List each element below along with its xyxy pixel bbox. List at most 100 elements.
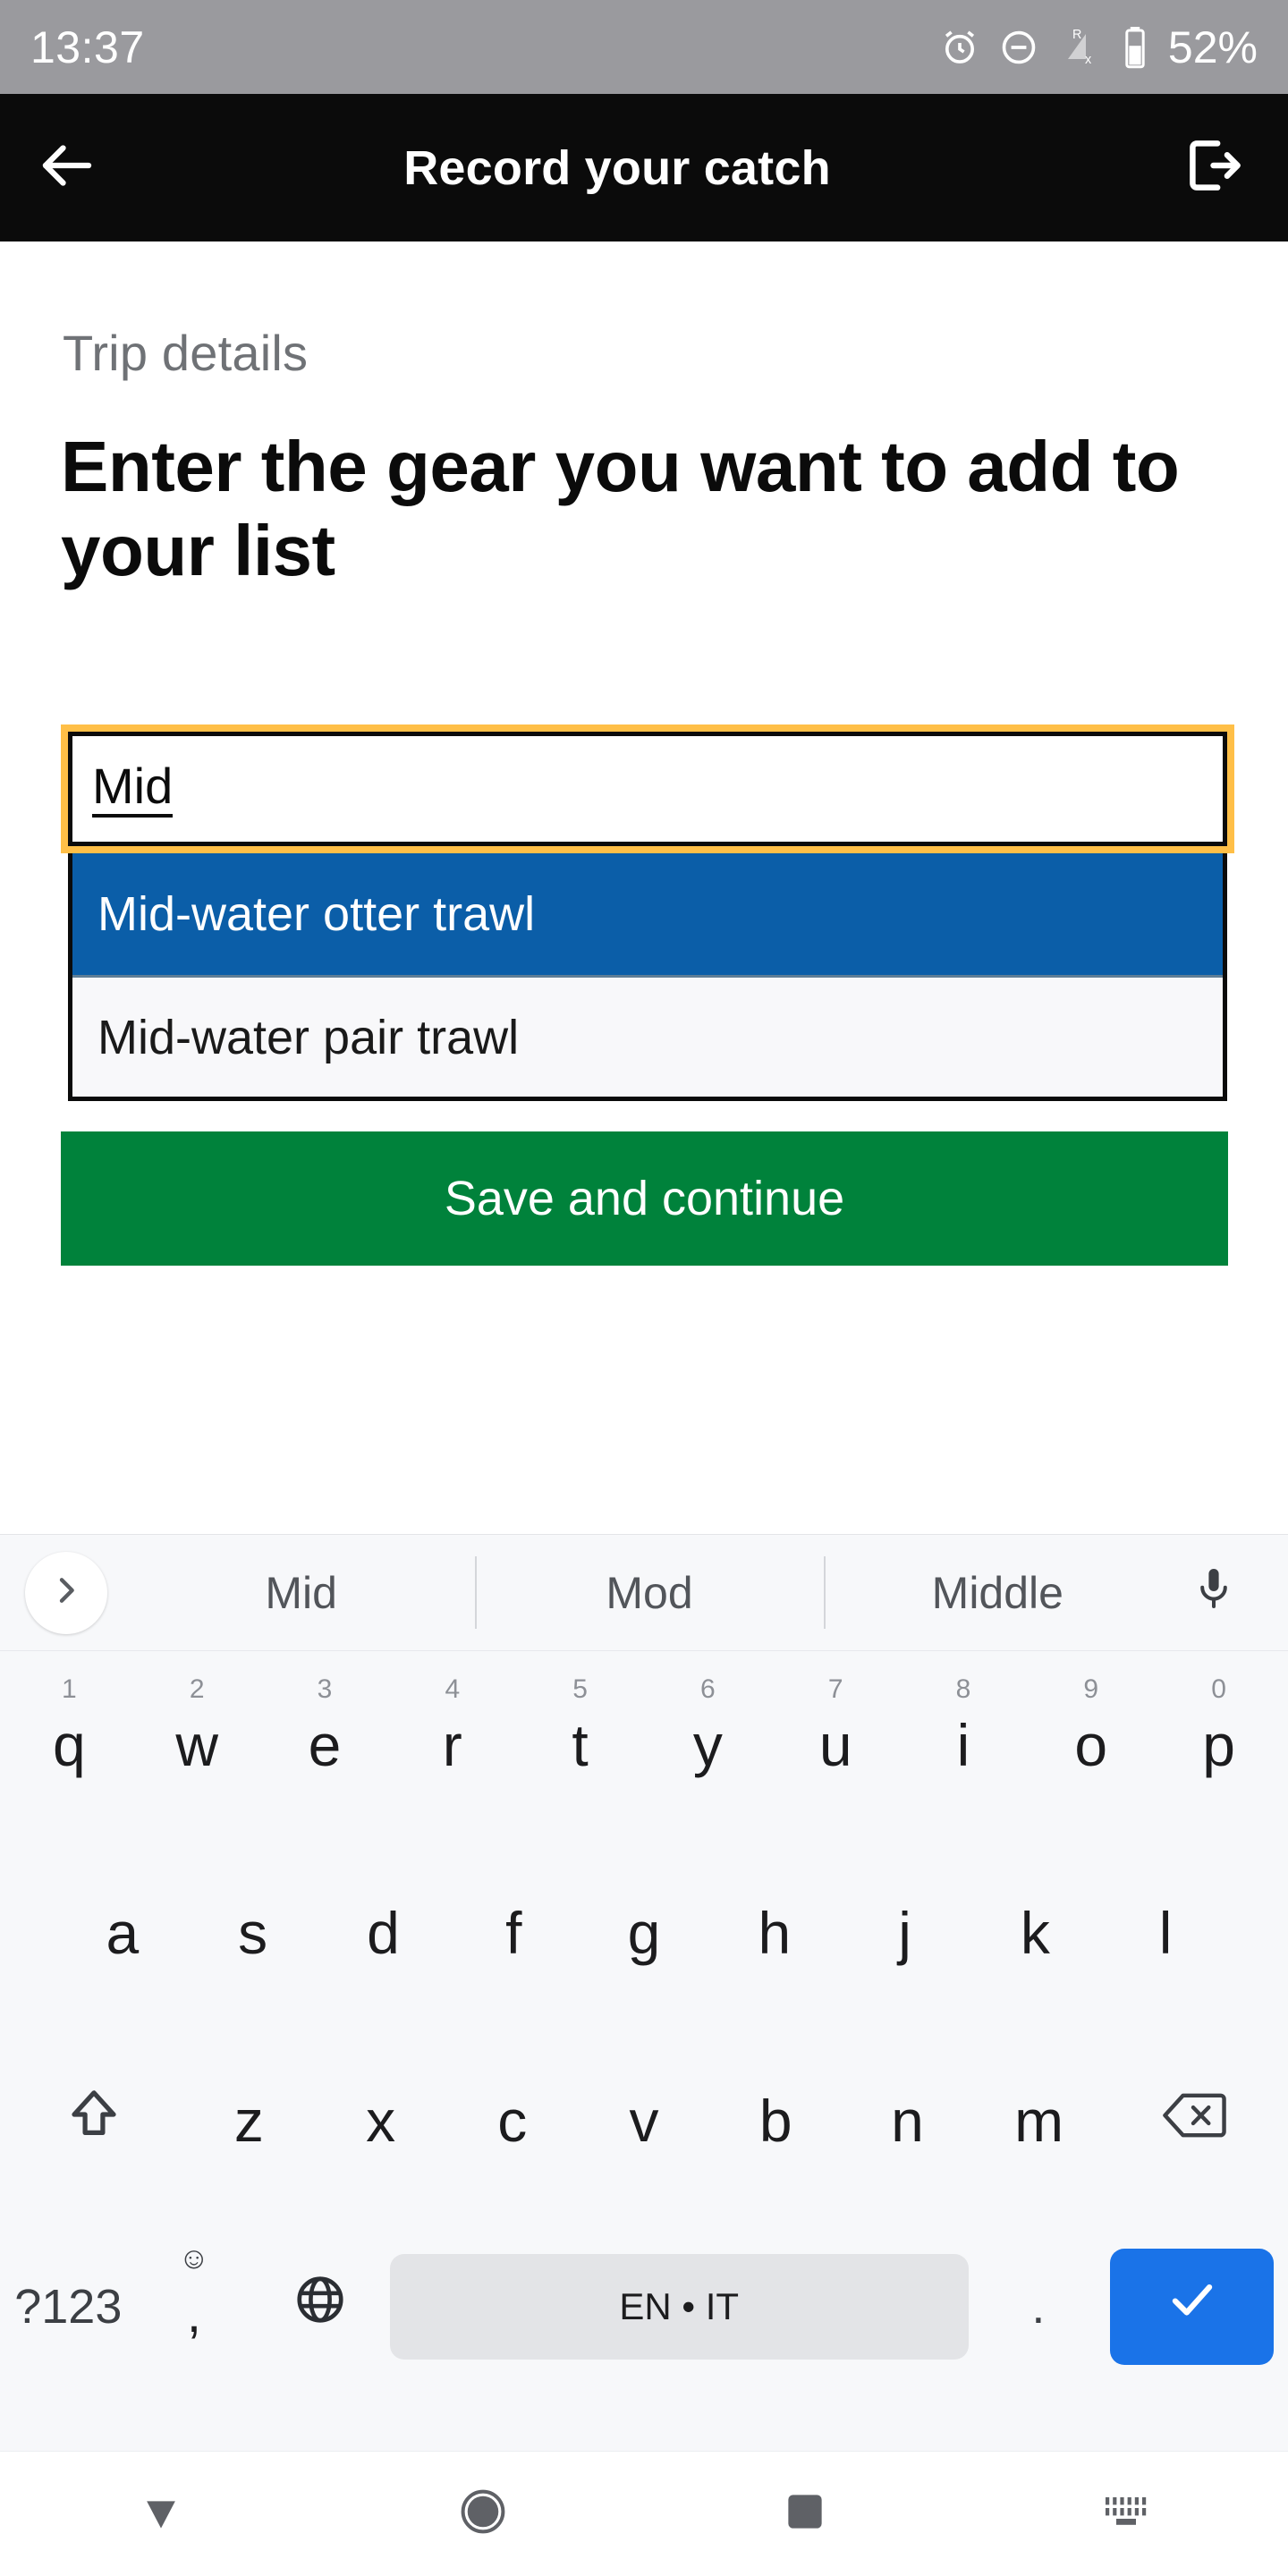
keyboard-row-3: z x c v b n m — [0, 2027, 1288, 2215]
key-u[interactable]: 7 u — [772, 1651, 900, 1839]
microphone-icon — [1192, 1564, 1235, 1621]
autocomplete-option-label: Mid-water pair trawl — [97, 1010, 520, 1064]
key-r[interactable]: 4 r — [388, 1651, 516, 1839]
key-y-number: 6 — [700, 1674, 716, 1704]
key-u-number: 7 — [827, 1674, 843, 1704]
key-k[interactable]: k — [970, 1839, 1100, 2027]
status-time: 13:37 — [30, 21, 145, 72]
key-u-label: u — [818, 1712, 852, 1778]
key-backspace[interactable] — [1105, 2027, 1283, 2215]
suggestion-strip: Mid Mod Middle — [0, 1535, 1288, 1651]
gear-input-value: Mid — [92, 759, 174, 818]
autocomplete-option[interactable]: Mid-water otter trawl — [72, 853, 1223, 975]
svg-text:x: x — [1085, 53, 1092, 67]
key-i[interactable]: 8 i — [900, 1651, 1028, 1839]
key-b[interactable]: b — [710, 2027, 842, 2215]
keyboard-row-1: 1 q 2 w 3 e 4 r 5 t 6 y 7 u 8 i 9 o 0 p — [0, 1651, 1288, 1839]
save-and-continue-button[interactable]: Save and continue — [61, 1131, 1228, 1266]
status-bar: 13:37 R x 52% — [0, 0, 1288, 94]
gear-input[interactable]: Mid — [68, 732, 1227, 846]
voice-input-button[interactable] — [1174, 1564, 1254, 1621]
key-symbols[interactable]: ?123 — [5, 2215, 131, 2398]
key-e-label: e — [308, 1712, 342, 1778]
nav-keyboard-toggle-button[interactable] — [966, 2492, 1288, 2536]
key-f[interactable]: f — [448, 1839, 579, 2027]
key-enter[interactable] — [1110, 2248, 1274, 2365]
nav-keyboard-toggle-icon — [1102, 2492, 1152, 2536]
key-w[interactable]: 2 w — [133, 1651, 261, 1839]
key-t-number: 5 — [572, 1674, 588, 1704]
keyboard-row-4: ?123 ☺ , EN • IT . — [0, 2215, 1288, 2398]
key-h[interactable]: h — [709, 1839, 840, 2027]
gear-autocomplete: Mid Mid-water otter trawl Mid-water pair… — [61, 724, 1234, 1101]
do-not-disturb-icon — [998, 27, 1039, 68]
system-navigation-bar — [0, 2451, 1288, 2576]
key-t[interactable]: 5 t — [516, 1651, 644, 1839]
key-j[interactable]: j — [840, 1839, 970, 2027]
nav-recents-square-icon — [782, 2488, 828, 2539]
key-space[interactable]: EN • IT — [389, 2253, 969, 2360]
phone-screen: 13:37 R x 52% Record your catch Trip det… — [0, 0, 1288, 2576]
key-w-label: w — [175, 1712, 219, 1778]
nav-back-triangle-icon — [136, 2487, 186, 2541]
suggestions-expand-button[interactable] — [25, 1551, 107, 1634]
chevron-right-icon — [48, 1572, 84, 1613]
key-d[interactable]: d — [318, 1839, 449, 2027]
key-shift[interactable] — [5, 2027, 183, 2215]
battery-icon — [1122, 25, 1148, 70]
language-globe-icon — [292, 2272, 348, 2341]
key-q-number: 1 — [62, 1674, 77, 1704]
smiley-icon: ☺ — [178, 2241, 210, 2275]
key-p[interactable]: 0 p — [1155, 1651, 1283, 1839]
key-comma[interactable]: ☺ , — [131, 2215, 258, 2398]
key-x[interactable]: x — [315, 2027, 446, 2215]
key-e[interactable]: 3 e — [261, 1651, 389, 1839]
autocomplete-option-label: Mid-water otter trawl — [97, 887, 536, 941]
key-q-label: q — [53, 1712, 86, 1778]
nav-recents-button[interactable] — [644, 2488, 966, 2539]
nav-back-button[interactable] — [0, 2487, 322, 2541]
page-title: Record your catch — [403, 140, 831, 195]
key-a[interactable]: a — [57, 1839, 188, 2027]
key-g[interactable]: g — [579, 1839, 709, 2027]
key-i-number: 8 — [955, 1674, 971, 1704]
key-s[interactable]: s — [188, 1839, 318, 2027]
key-language[interactable] — [257, 2215, 383, 2398]
key-o-number: 9 — [1083, 1674, 1099, 1704]
key-c[interactable]: c — [446, 2027, 578, 2215]
suggestion-chip[interactable]: Mid — [127, 1535, 475, 1650]
battery-percent: 52% — [1167, 21, 1258, 72]
nav-home-button[interactable] — [322, 2487, 644, 2541]
key-m[interactable]: m — [973, 2027, 1105, 2215]
page-heading: Enter the gear you want to add to your l… — [61, 427, 1180, 591]
key-e-number: 3 — [317, 1674, 333, 1704]
key-comma-label: , — [186, 2285, 201, 2343]
autocomplete-option[interactable]: Mid-water pair trawl — [72, 975, 1223, 1097]
key-t-label: t — [572, 1712, 589, 1778]
key-z[interactable]: z — [183, 2027, 315, 2215]
key-period[interactable]: . — [976, 2215, 1102, 2398]
key-w-number: 2 — [189, 1674, 205, 1704]
back-button[interactable] — [0, 94, 134, 242]
key-i-label: i — [956, 1712, 970, 1778]
autocomplete-list: Mid-water otter trawl Mid-water pair tra… — [68, 853, 1227, 1101]
key-y-label: y — [692, 1712, 723, 1778]
sign-out-button[interactable] — [1136, 94, 1288, 242]
key-p-number: 0 — [1211, 1674, 1226, 1704]
key-q[interactable]: 1 q — [5, 1651, 133, 1839]
keyboard-row-2: a s d f g h j k l — [0, 1839, 1288, 2027]
section-caption: Trip details — [63, 325, 309, 381]
on-screen-keyboard: Mid Mod Middle 1 q 2 w 3 e 4 r 5 t 6 y 7… — [0, 1534, 1288, 2451]
key-n[interactable]: n — [842, 2027, 973, 2215]
key-y[interactable]: 6 y — [644, 1651, 772, 1839]
nav-home-circle-icon — [458, 2487, 508, 2541]
key-p-label: p — [1202, 1712, 1235, 1778]
key-v[interactable]: v — [578, 2027, 709, 2215]
status-icons: R x 52% — [939, 21, 1258, 73]
suggestion-chip[interactable]: Mod — [475, 1535, 823, 1650]
key-r-label: r — [442, 1712, 462, 1778]
shift-up-arrow-icon — [64, 2085, 123, 2157]
suggestion-chip[interactable]: Middle — [823, 1535, 1172, 1650]
key-o[interactable]: 9 o — [1027, 1651, 1155, 1839]
key-l[interactable]: l — [1100, 1839, 1231, 2027]
